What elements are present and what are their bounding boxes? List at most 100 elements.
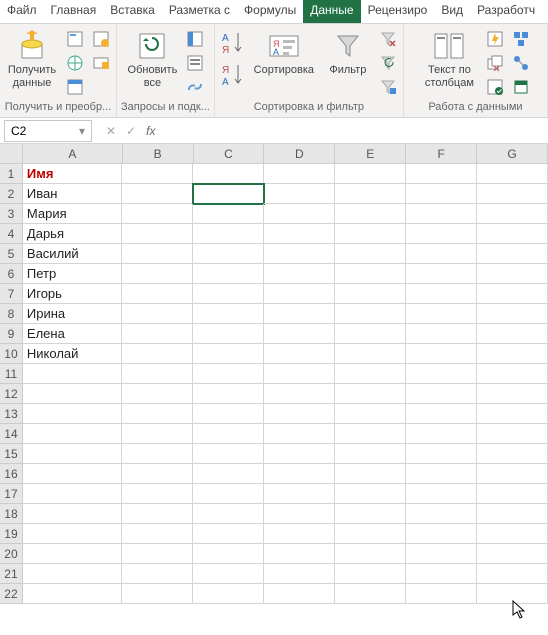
tab-home[interactable]: Главная	[44, 0, 104, 23]
row-header[interactable]: 13	[0, 404, 23, 424]
cell[interactable]	[406, 224, 477, 244]
cell[interactable]	[193, 164, 264, 184]
remove-duplicates-button[interactable]	[484, 52, 506, 74]
row-header[interactable]: 22	[0, 584, 23, 604]
from-table-button[interactable]	[64, 76, 86, 98]
cell[interactable]	[193, 264, 264, 284]
col-header-F[interactable]: F	[406, 144, 477, 164]
cell[interactable]	[122, 484, 193, 504]
cell[interactable]	[23, 504, 123, 524]
cell[interactable]	[406, 584, 477, 604]
advanced-filter-button[interactable]	[377, 76, 399, 98]
cell[interactable]	[264, 384, 335, 404]
cell[interactable]	[477, 444, 548, 464]
cell[interactable]	[193, 544, 264, 564]
data-validation-button[interactable]	[484, 76, 506, 98]
cell[interactable]: Игорь	[23, 284, 123, 304]
col-header-C[interactable]: C	[194, 144, 265, 164]
cell[interactable]	[23, 584, 123, 604]
cell[interactable]	[406, 464, 477, 484]
cell[interactable]	[335, 384, 406, 404]
cell[interactable]	[193, 284, 264, 304]
tab-formulas[interactable]: Формулы	[237, 0, 303, 23]
cell[interactable]	[335, 344, 406, 364]
cell[interactable]	[264, 164, 335, 184]
cell[interactable]	[264, 364, 335, 384]
row-header[interactable]: 12	[0, 384, 23, 404]
row-header[interactable]: 5	[0, 244, 23, 264]
cell[interactable]	[406, 424, 477, 444]
cell[interactable]	[335, 544, 406, 564]
cell[interactable]	[193, 364, 264, 384]
cell[interactable]	[406, 324, 477, 344]
cell[interactable]	[264, 344, 335, 364]
cell[interactable]	[477, 544, 548, 564]
cell[interactable]	[335, 224, 406, 244]
cell[interactable]	[406, 544, 477, 564]
sort-desc-button[interactable]: ЯA	[219, 60, 245, 90]
cell[interactable]	[264, 204, 335, 224]
tab-data[interactable]: Данные	[303, 0, 360, 23]
cell[interactable]	[23, 364, 123, 384]
cell[interactable]	[193, 204, 264, 224]
cell[interactable]	[335, 204, 406, 224]
cell[interactable]	[406, 244, 477, 264]
cell[interactable]: Василий	[23, 244, 123, 264]
cell[interactable]	[406, 284, 477, 304]
cell[interactable]	[193, 184, 264, 204]
cell[interactable]	[477, 584, 548, 604]
tab-layout[interactable]: Разметка с	[162, 0, 237, 23]
cell[interactable]	[122, 504, 193, 524]
cell[interactable]	[264, 544, 335, 564]
cell[interactable]	[477, 324, 548, 344]
cell[interactable]	[335, 444, 406, 464]
relationships-button[interactable]	[510, 52, 532, 74]
cell[interactable]	[122, 424, 193, 444]
cell[interactable]	[335, 524, 406, 544]
cell[interactable]	[193, 244, 264, 264]
cell[interactable]	[122, 244, 193, 264]
cell[interactable]	[477, 184, 548, 204]
cell[interactable]	[477, 464, 548, 484]
manage-data-model-button[interactable]	[510, 76, 532, 98]
cell[interactable]	[122, 524, 193, 544]
cell[interactable]	[477, 384, 548, 404]
cell[interactable]	[406, 364, 477, 384]
cell[interactable]	[406, 344, 477, 364]
cell[interactable]	[122, 384, 193, 404]
row-header[interactable]: 18	[0, 504, 23, 524]
edit-links-button[interactable]	[184, 76, 206, 98]
cell[interactable]	[264, 264, 335, 284]
tab-review[interactable]: Рецензиро	[361, 0, 435, 23]
get-data-button[interactable]: Получить данные	[4, 28, 60, 91]
cell[interactable]	[335, 484, 406, 504]
cell[interactable]	[122, 344, 193, 364]
cell[interactable]	[406, 504, 477, 524]
cell[interactable]	[193, 304, 264, 324]
name-box[interactable]: C2 ▾	[4, 120, 92, 142]
cell[interactable]	[264, 284, 335, 304]
cell[interactable]	[23, 424, 123, 444]
row-header[interactable]: 2	[0, 184, 23, 204]
cell[interactable]	[23, 524, 123, 544]
cell[interactable]	[406, 184, 477, 204]
cell[interactable]	[406, 444, 477, 464]
cell[interactable]	[406, 404, 477, 424]
cell[interactable]	[406, 164, 477, 184]
cell[interactable]	[23, 384, 123, 404]
cell[interactable]	[335, 424, 406, 444]
cell[interactable]	[477, 284, 548, 304]
enter-formula-icon[interactable]: ✓	[126, 124, 136, 138]
row-header[interactable]: 9	[0, 324, 23, 344]
cell[interactable]	[122, 404, 193, 424]
row-header[interactable]: 16	[0, 464, 23, 484]
from-text-button[interactable]	[64, 28, 86, 50]
cell[interactable]	[477, 224, 548, 244]
cell[interactable]: Иван	[23, 184, 123, 204]
cell[interactable]: Мария	[23, 204, 123, 224]
tab-view[interactable]: Вид	[434, 0, 470, 23]
cell[interactable]	[477, 504, 548, 524]
cell[interactable]: Николай	[23, 344, 123, 364]
cell[interactable]	[122, 544, 193, 564]
tab-developer[interactable]: Разработч	[470, 0, 542, 23]
